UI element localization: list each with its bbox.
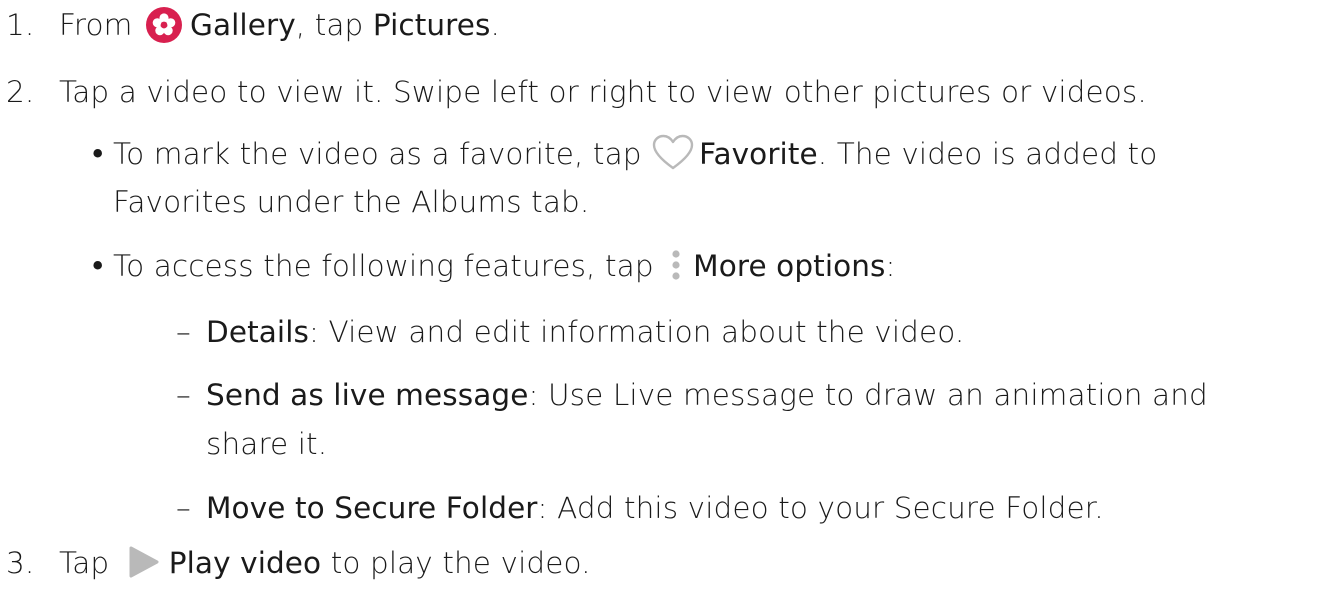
step-number: 3. bbox=[6, 546, 35, 580]
play-video-label: Play video bbox=[168, 546, 322, 580]
heart-icon bbox=[651, 133, 695, 173]
sub-item-text: : Add this video to your Secure Folder. bbox=[537, 491, 1104, 525]
favorite-label: Favorite bbox=[699, 137, 818, 171]
step-text: , tap bbox=[295, 8, 373, 42]
step-text: . bbox=[490, 8, 500, 42]
step-1: 1. From Gallery, tap Pictures. bbox=[6, 5, 500, 45]
sub-item-live-message: – Send as live message: Use Live message… bbox=[176, 375, 1208, 415]
dash-marker: – bbox=[176, 378, 191, 412]
sub-item-text: share it. bbox=[206, 427, 328, 461]
bullet-text: To mark the video as a favorite, tap bbox=[113, 137, 642, 171]
bullet-dot: • bbox=[89, 249, 107, 283]
bullet-dot: • bbox=[89, 137, 107, 171]
bullet-text: Favorites under the Albums tab. bbox=[113, 185, 590, 219]
sub-item-live-message-cont: share it. bbox=[206, 424, 327, 464]
dash-marker: – bbox=[176, 315, 191, 349]
gallery-icon bbox=[145, 6, 182, 43]
play-icon bbox=[123, 542, 163, 582]
step-2: 2. Tap a video to view it. Swipe left or … bbox=[6, 72, 1147, 112]
gallery-label: Gallery bbox=[189, 8, 296, 42]
step-text: to play the video. bbox=[321, 546, 591, 580]
sub-item-label: Send as live message bbox=[206, 378, 529, 412]
bullet-favorite: • To mark the video as a favorite, tap F… bbox=[89, 134, 1157, 174]
bullet-text: To access the following features, tap bbox=[113, 249, 654, 283]
more-options-icon bbox=[669, 245, 683, 285]
sub-item-secure-folder: – Move to Secure Folder: Add this video … bbox=[176, 488, 1104, 528]
sub-item-text: : Use Live message to draw an animation … bbox=[528, 378, 1208, 412]
bullet-more-options: • To access the following features, tap … bbox=[89, 246, 896, 286]
step-number: 2. bbox=[6, 75, 35, 109]
bullet-text: . The video is added to bbox=[817, 137, 1158, 171]
bullet-favorite-cont: Favorites under the Albums tab. bbox=[113, 182, 589, 222]
step-text: Tap a video to view it. Swipe left or ri… bbox=[59, 75, 1147, 109]
pictures-label: Pictures bbox=[372, 8, 491, 42]
sub-item-text: : View and edit information about the vi… bbox=[308, 315, 965, 349]
step-number: 1. bbox=[6, 8, 35, 42]
dash-marker: – bbox=[176, 491, 191, 525]
sub-item-label: Details bbox=[206, 315, 309, 349]
sub-item-label: Move to Secure Folder bbox=[206, 491, 538, 525]
step-text: Tap bbox=[59, 546, 110, 580]
sub-item-details: – Details: View and edit information abo… bbox=[176, 312, 964, 352]
step-text: From bbox=[59, 8, 133, 42]
step-3: 3. Tap Play video to play the video. bbox=[6, 543, 591, 583]
bullet-text: : bbox=[885, 249, 896, 283]
more-options-label: More options bbox=[693, 249, 886, 283]
